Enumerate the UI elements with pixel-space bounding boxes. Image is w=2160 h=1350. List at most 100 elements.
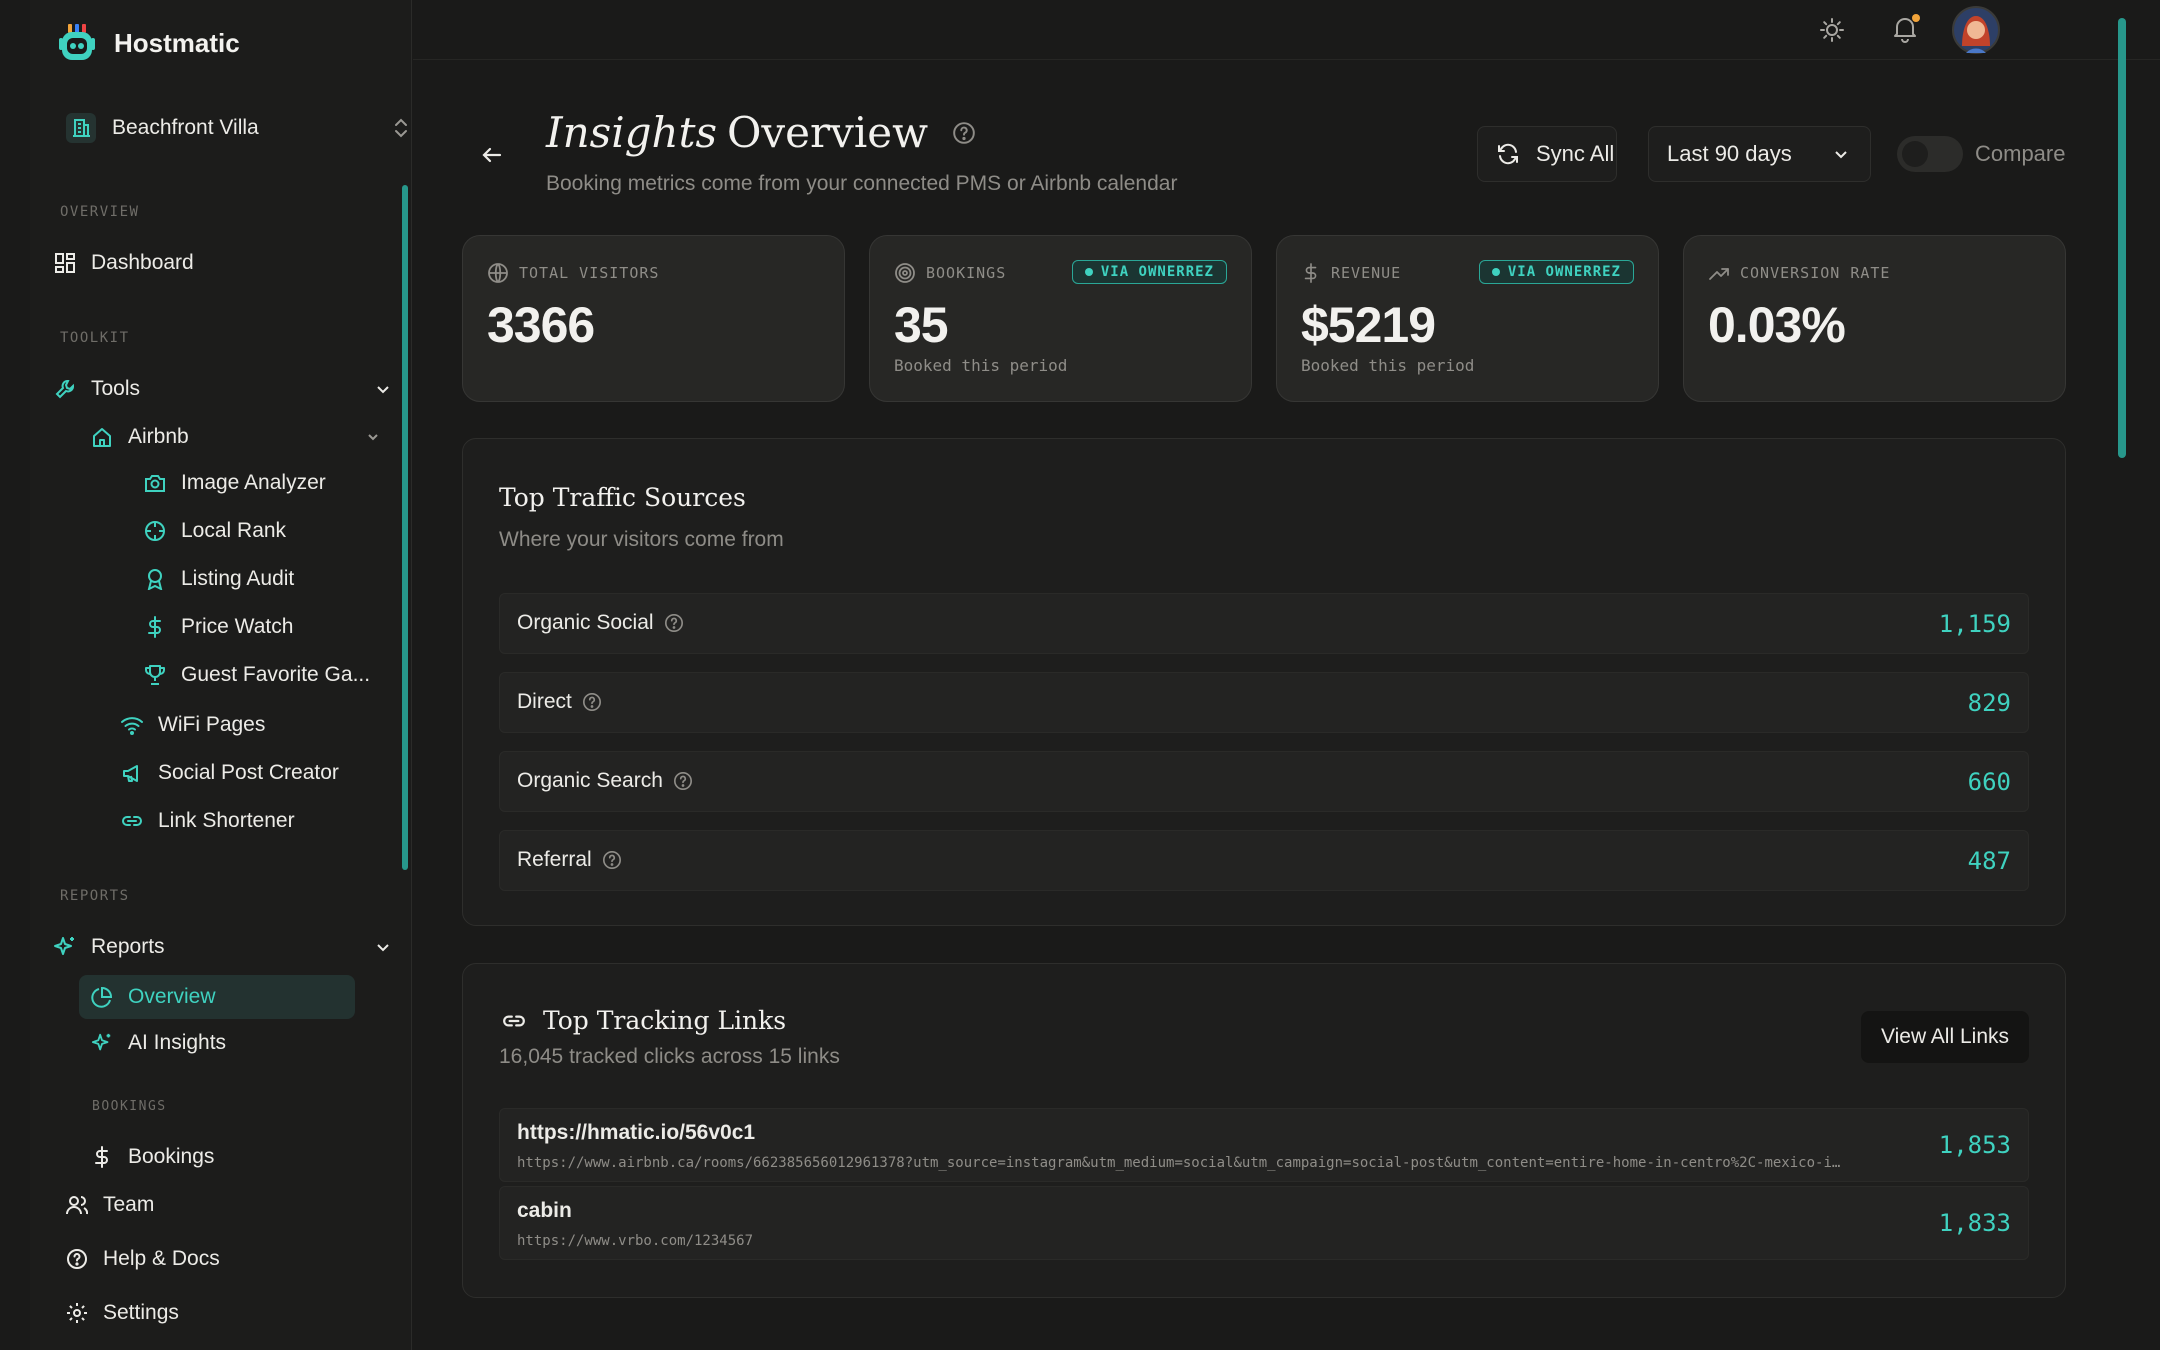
sidebar-item-settings[interactable]: Settings — [64, 1300, 179, 1326]
wifi-icon — [119, 712, 145, 738]
help-circle-icon[interactable] — [664, 613, 684, 633]
traffic-source-count: 829 — [1967, 689, 2011, 717]
sidebar-item-wifi-pages[interactable]: WiFi Pages — [119, 712, 265, 738]
sidebar-item-ai-insights[interactable]: AI Insights — [89, 1030, 226, 1056]
help-circle-icon[interactable] — [673, 771, 693, 791]
trophy-icon — [142, 662, 168, 688]
chevrons-up-down-icon — [392, 117, 410, 139]
sidebar-item-team[interactable]: Team — [64, 1192, 154, 1218]
avatar[interactable] — [1952, 6, 2000, 54]
stat-label: REVENUE — [1301, 262, 1401, 284]
panel-title: Top Tracking Links — [499, 1006, 786, 1035]
panel-subtitle: 16,045 tracked clicks across 15 links — [499, 1045, 840, 1068]
sidebar-item-label: Help & Docs — [103, 1247, 220, 1270]
sidebar-item-label: WiFi Pages — [158, 713, 266, 736]
sidebar-item-dashboard[interactable]: Dashboard — [52, 250, 194, 276]
main-scrollbar[interactable] — [2118, 18, 2126, 458]
chevron-down-icon[interactable] — [374, 938, 392, 956]
camera-icon — [142, 470, 168, 496]
stat-value: 3366 — [487, 297, 595, 353]
section-label-toolkit: TOOLKIT — [60, 330, 130, 346]
destination-url: https://www.vrbo.com/1234567 — [517, 1233, 754, 1249]
sidebar-scrollbar[interactable] — [402, 185, 408, 870]
traffic-source-name: Organic Social — [517, 611, 654, 634]
traffic-row[interactable]: Organic Social 1,159 — [499, 593, 2029, 654]
sidebar-item-label: Tools — [91, 377, 141, 400]
click-count: 1,833 — [1938, 1209, 2011, 1237]
sparkles-icon — [52, 934, 78, 960]
help-circle-icon — [64, 1246, 90, 1272]
stat-card-revenue: REVENUE VIA OWNERREZ $5219 Booked this p… — [1276, 235, 1659, 402]
traffic-row[interactable]: Referral 487 — [499, 830, 2029, 891]
building-icon — [66, 113, 96, 143]
sidebar-item-label: Local Rank — [181, 519, 287, 542]
sidebar-item-guest-favorite[interactable]: Guest Favorite Ga... — [142, 662, 370, 688]
view-all-links-button[interactable]: View All Links — [1861, 1011, 2029, 1063]
stat-label: BOOKINGS — [894, 262, 1006, 284]
traffic-row[interactable]: Direct 829 — [499, 672, 2029, 733]
grid-icon — [52, 250, 78, 276]
short-link[interactable]: cabin — [517, 1199, 572, 1223]
chevron-down-icon[interactable] — [374, 380, 392, 398]
stat-value: $5219 — [1301, 297, 1436, 353]
stat-card-total-visitors: TOTAL VISITORS 3366 — [462, 235, 845, 402]
property-name: Beachfront Villa — [112, 116, 259, 139]
sidebar-item-help-docs[interactable]: Help & Docs — [64, 1246, 220, 1272]
sidebar-item-image-analyzer[interactable]: Image Analyzer — [142, 470, 326, 496]
sidebar-item-bookings[interactable]: Bookings — [89, 1144, 214, 1170]
sidebar-item-tools[interactable]: Tools — [52, 376, 392, 402]
source-badge: VIA OWNERREZ — [1478, 260, 1634, 284]
sidebar-item-reports[interactable]: Reports — [52, 934, 392, 960]
sidebar-item-airbnb[interactable]: Airbnb — [89, 424, 381, 450]
award-icon — [142, 566, 168, 592]
stat-subtext: Booked this period — [1301, 356, 1475, 375]
sync-all-button[interactable]: Sync All — [1477, 126, 1617, 182]
stat-value: 35 — [894, 297, 949, 353]
crosshair-icon — [142, 518, 168, 544]
dollar-icon — [142, 614, 168, 640]
sidebar-item-link-shortener[interactable]: Link Shortener — [119, 808, 295, 834]
users-icon — [64, 1192, 90, 1218]
short-link[interactable]: https://hmatic.io/56v0c1 — [517, 1121, 755, 1145]
sun-icon[interactable] — [1818, 16, 1846, 44]
bell-icon[interactable] — [1890, 14, 1920, 44]
sidebar-item-label: Link Shortener — [158, 809, 295, 832]
sidebar-item-label: Bookings — [128, 1145, 215, 1168]
compare-toggle[interactable] — [1897, 136, 1963, 172]
traffic-source-count: 1,159 — [1938, 610, 2011, 638]
sidebar-item-label: Image Analyzer — [181, 471, 326, 494]
sparkles-icon — [89, 1030, 115, 1056]
section-label-bookings: BOOKINGS — [92, 1099, 167, 1114]
sidebar-item-label: Dashboard — [91, 251, 194, 274]
date-range-select[interactable]: Last 90 days — [1648, 126, 1871, 182]
property-selector[interactable]: Beachfront Villa — [56, 105, 410, 151]
sidebar-item-listing-audit[interactable]: Listing Audit — [142, 566, 294, 592]
arrow-left-icon[interactable] — [480, 143, 504, 167]
page-title: Insights Overview — [546, 108, 976, 157]
dollar-icon — [1301, 262, 1321, 284]
sidebar-item-social-post-creator[interactable]: Social Post Creator — [119, 760, 339, 786]
brand[interactable]: Hostmatic — [56, 22, 240, 64]
app-name: Hostmatic — [114, 27, 240, 58]
home-icon — [89, 424, 115, 450]
traffic-source-name: Referral — [517, 848, 592, 871]
traffic-row[interactable]: Organic Search 660 — [499, 751, 2029, 812]
sidebar-item-overview[interactable]: Overview — [79, 975, 355, 1019]
pie-chart-icon — [89, 984, 115, 1010]
tracking-link-row[interactable]: https://hmatic.io/56v0c1 https://www.air… — [499, 1108, 2029, 1182]
chevron-down-icon[interactable] — [365, 429, 381, 445]
sidebar-item-local-rank[interactable]: Local Rank — [142, 518, 286, 544]
page-title-rest: Overview — [727, 108, 929, 157]
help-circle-icon[interactable] — [952, 121, 976, 145]
sidebar-item-label: Settings — [103, 1301, 179, 1324]
link-icon — [499, 1009, 529, 1033]
help-circle-icon[interactable] — [582, 692, 602, 712]
sidebar-item-price-watch[interactable]: Price Watch — [142, 614, 293, 640]
stat-label: CONVERSION RATE — [1708, 262, 1890, 284]
gear-icon — [64, 1300, 90, 1326]
tracking-link-row[interactable]: cabin https://www.vrbo.com/1234567 1,833 — [499, 1186, 2029, 1260]
megaphone-icon — [119, 760, 145, 786]
sidebar-item-label: Airbnb — [128, 425, 189, 448]
help-circle-icon[interactable] — [602, 850, 622, 870]
click-count: 1,853 — [1938, 1131, 2011, 1159]
